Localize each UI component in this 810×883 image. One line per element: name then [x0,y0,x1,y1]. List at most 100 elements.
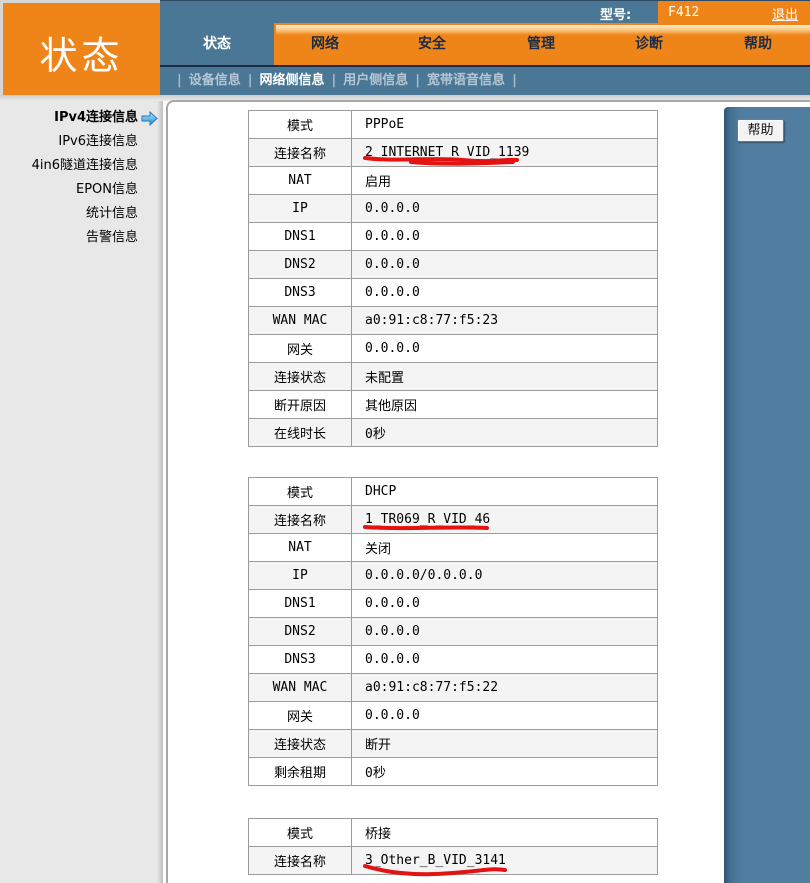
help-panel: 帮助 [724,107,810,883]
row-value: 0.0.0.0/0.0.0.0 [351,561,658,590]
table-row: DNS3 0.0.0.0 [248,278,658,307]
router-status-page: 型号: F412 退出 状态 网络 安全 管理 诊断 帮助 | 设备信息 | 网络侧信… [0,0,810,883]
row-label: 模式 [248,818,352,847]
tab-help[interactable]: 帮助 [718,23,798,65]
subnav-separator: | [247,73,253,88]
sidebar-item-label: IPv4连接信息 [54,110,138,125]
row-label: DNS3 [248,645,352,674]
page-title: 状态 [39,34,124,78]
table-row: 网关 0.0.0.0 [248,334,658,363]
row-value: 0.0.0.0 [351,701,658,730]
table-row: 模式 PPPoE [248,110,658,139]
row-value: 3_Other_B_VID_3141 [351,846,658,877]
table-row: DNS2 0.0.0.0 [248,250,658,279]
row-value: 0秒 [351,757,658,786]
row-label: 连接名称 [248,138,352,167]
row-value: 断开 [351,729,658,758]
row-label: DNS2 [248,617,352,646]
table-row: 模式 DHCP [248,477,658,506]
row-label: 网关 [248,334,352,363]
row-value: 2_INTERNET_R_VID_1139 [351,138,658,167]
tab-diagnosis[interactable]: 诊断 [609,23,689,65]
subnav-separator: | [415,73,421,88]
sidebar-item-label: IPv6连接信息 [58,134,138,149]
tab-security[interactable]: 安全 [392,23,472,65]
sidebar-item-label: 4in6隧道连接信息 [31,158,138,173]
table-row: 在线时长 0秒 [248,418,658,447]
sidebar-item-1[interactable]: IPv6连接信息 [0,130,160,154]
row-value: 0秒 [351,418,658,447]
subnav-item[interactable]: 用户侧信息 [343,73,408,88]
tab-status[interactable]: 状态 [160,23,274,65]
logout-link[interactable]: 退出 [772,4,798,23]
subnav-separator: | [331,73,337,88]
table-row: 网关 0.0.0.0 [248,701,658,730]
title-bar-right: F412 退出 [658,1,810,24]
row-value: 未配置 [351,362,658,391]
row-value: PPPoE [351,110,658,139]
row-label: DNS3 [248,278,352,307]
table-row: WAN MAC a0:91:c8:77:f5:23 [248,306,658,335]
row-value: 桥接 [351,818,658,847]
tab-management[interactable]: 管理 [501,23,581,65]
table-row: 剩余租期 0秒 [248,757,658,786]
sidebar-item-2[interactable]: 4in6隧道连接信息 [0,154,160,178]
row-value: 0.0.0.0 [351,194,658,223]
tab-network[interactable]: 网络 [285,23,365,65]
row-label: NAT [248,533,352,562]
table-row: 连接名称 1_TR069_R_VID_46 [248,505,658,534]
row-label: 断开原因 [248,390,352,419]
model-value: F412 [668,5,700,20]
sidebar-menu: IPv4连接信息 IPv6连接信息 4in6隧道连接信息 EPON信息统计信息告警信息 [0,106,160,250]
row-label: DNS1 [248,222,352,251]
sidebar-item-4[interactable]: 统计信息 [0,202,160,226]
subnav-item[interactable]: 设备信息 [189,73,241,88]
subnav-separator: | [177,73,182,88]
row-label: NAT [248,166,352,195]
subnav-item[interactable]: 网络侧信息 [260,73,325,88]
row-label: 连接名称 [248,505,352,534]
row-label: 剩余租期 [248,757,352,786]
connection-table-pppoe: 模式 PPPoE 连接名称 2_INTERNET_R_VID_1139 NAT 启用 IP 0… [248,110,658,447]
sidebar-item-label: 统计信息 [85,206,138,221]
subnav-separator: | [512,73,517,88]
table-row: 连接状态 断开 [248,729,658,758]
table-row: DNS1 0.0.0.0 [248,589,658,618]
row-value: 1_TR069_R_VID_46 [351,505,658,534]
row-value: 0.0.0.0 [351,334,658,363]
row-value: 0.0.0.0 [351,222,658,251]
table-row: IP 0.0.0.0/0.0.0.0 [248,561,658,590]
row-label: 连接名称 [248,846,352,875]
row-value: 关闭 [351,533,658,562]
row-value: DHCP [351,477,658,506]
row-label: 连接状态 [248,362,352,391]
row-label: DNS1 [248,589,352,618]
table-row: DNS1 0.0.0.0 [248,222,658,251]
row-value: 0.0.0.0 [351,250,658,279]
row-label: 模式 [248,110,352,139]
row-label: IP [248,561,352,590]
sidebar-item-5[interactable]: 告警信息 [0,226,160,250]
connection-table-bridge: 模式 桥接 连接名称 3_Other_B_VID_3141 [248,818,658,877]
table-row: NAT 关闭 [248,533,658,562]
subnav-items: | 设备信息 | 网络侧信息 | 用户侧信息 | 宽带语音信息 | [170,67,810,95]
table-row: 连接状态 未配置 [248,362,658,391]
sidebar-item-0[interactable]: IPv4连接信息 [0,106,160,130]
row-value: 启用 [351,166,658,195]
table-row: WAN MAC a0:91:c8:77:f5:22 [248,673,658,702]
table-row: IP 0.0.0.0 [248,194,658,223]
help-button[interactable]: 帮助 [737,119,784,142]
table-row: 断开原因 其他原因 [248,390,658,419]
model-label: 型号: [600,8,632,23]
row-label: WAN MAC [248,306,352,335]
row-label: 网关 [248,701,352,730]
row-value: 0.0.0.0 [351,589,658,618]
active-arrow-icon [141,111,158,126]
sidebar-item-3[interactable]: EPON信息 [0,178,160,202]
table-row: DNS2 0.0.0.0 [248,617,658,646]
subnav-item[interactable]: 宽带语音信息 [427,73,505,88]
row-value: a0:91:c8:77:f5:23 [351,306,658,335]
row-label: IP [248,194,352,223]
row-value: 0.0.0.0 [351,645,658,674]
table-row: NAT 启用 [248,166,658,195]
